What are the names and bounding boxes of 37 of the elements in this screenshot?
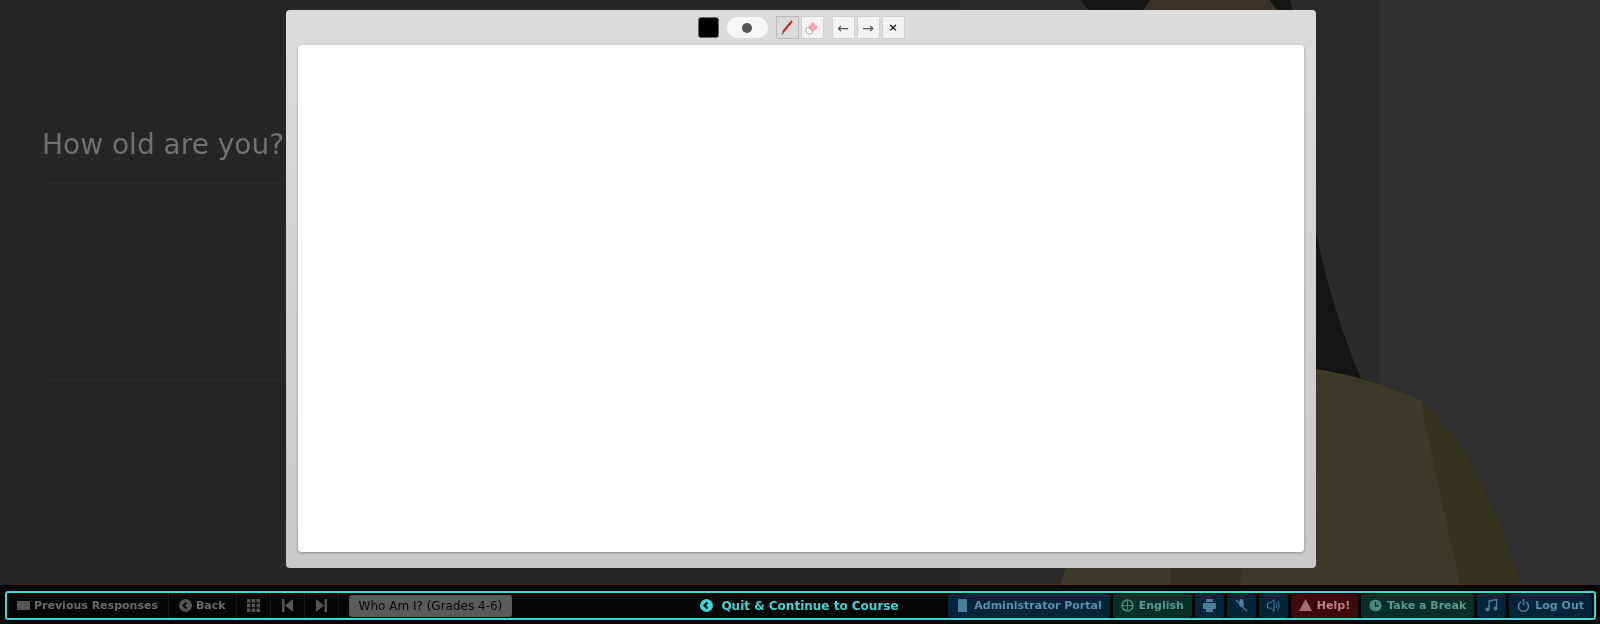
- printer-icon: [1202, 599, 1216, 612]
- grid-icon: [246, 599, 260, 612]
- menu-button[interactable]: English: [1112, 593, 1192, 618]
- print-button[interactable]: [1194, 593, 1224, 618]
- pen-button[interactable]: [775, 16, 799, 39]
- volume-button[interactable]: [1258, 593, 1288, 618]
- menu-button[interactable]: Log Out: [1509, 593, 1592, 618]
- speaker-icon: [1266, 599, 1280, 612]
- pen-icon: [779, 19, 795, 36]
- music-icon: [1485, 599, 1499, 612]
- mic-off-icon: [1234, 599, 1248, 612]
- globe-icon: [1120, 599, 1134, 612]
- arrow-left-icon: [700, 599, 714, 612]
- brush-size-button[interactable]: [726, 17, 768, 38]
- close-button[interactable]: ×: [881, 16, 905, 39]
- undo-button[interactable]: ←: [831, 16, 855, 39]
- clock-icon: [1369, 599, 1383, 612]
- menu-button[interactable]: Administrator Portal: [948, 593, 1110, 618]
- nav-button[interactable]: Previous Responses: [7, 593, 169, 618]
- music-button[interactable]: [1477, 593, 1507, 618]
- menu-button[interactable]: Take a Break: [1361, 593, 1475, 618]
- power-icon: [1517, 599, 1531, 612]
- menu-button[interactable]: Help!: [1290, 593, 1359, 618]
- skip-back-icon: [280, 599, 294, 612]
- warning-icon: [1298, 599, 1312, 612]
- nav-button[interactable]: Back: [168, 593, 237, 618]
- mute-button[interactable]: [1226, 593, 1256, 618]
- course-tab[interactable]: Who Am I? (Grades 4-6): [348, 594, 513, 617]
- id-card-icon: [956, 599, 970, 612]
- question-title: How old are you?: [42, 128, 286, 161]
- keyboard-icon: [17, 599, 30, 612]
- arrow-left-icon: [178, 599, 192, 612]
- skip-forward-icon: [314, 599, 328, 612]
- redo-button[interactable]: →: [856, 16, 880, 39]
- quit-button[interactable]: Quit & Continue to Course: [696, 598, 903, 613]
- eraser-icon: [804, 19, 820, 36]
- color-swatch[interactable]: [697, 17, 719, 38]
